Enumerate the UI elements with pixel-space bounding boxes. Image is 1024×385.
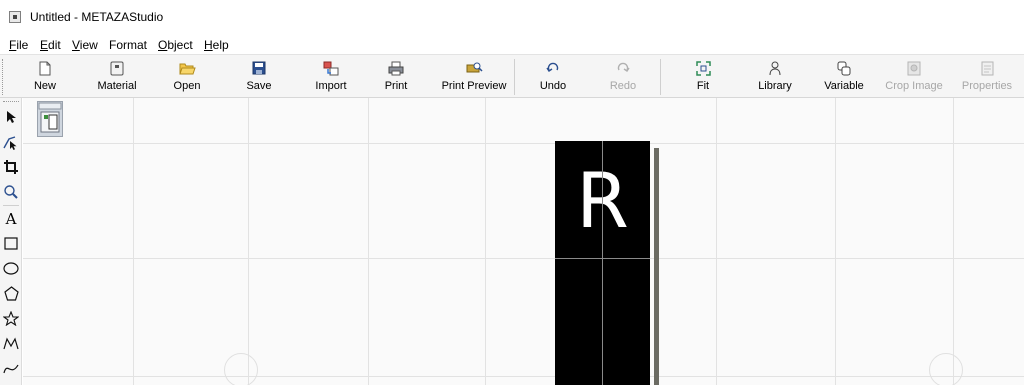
undo-icon (544, 60, 562, 76)
guide-line (555, 258, 650, 259)
open-label: Open (173, 80, 201, 92)
crop-image-button[interactable]: Crop Image (882, 55, 946, 99)
new-label: New (33, 80, 56, 92)
palette-separator (3, 205, 19, 206)
menu-help[interactable]: Help (204, 38, 229, 52)
registration-mark (224, 353, 258, 385)
material-label: Material (97, 80, 137, 92)
new-document-icon (36, 60, 54, 76)
library-icon (766, 60, 784, 76)
grid-line (23, 376, 1024, 377)
star-tool-icon[interactable] (2, 309, 20, 327)
floppy-disk-icon (250, 60, 268, 76)
ellipse-tool-icon[interactable] (2, 259, 20, 277)
zoom-icon[interactable] (2, 183, 20, 201)
print-button[interactable]: Print (380, 55, 412, 99)
redo-label: Redo (609, 80, 637, 92)
text-tool-icon[interactable]: A (2, 210, 20, 228)
toolbar-separator (660, 59, 661, 95)
fit-label: Fit (696, 80, 710, 92)
material-button[interactable]: Material (92, 55, 142, 99)
fit-icon (694, 60, 712, 76)
grid-line (716, 98, 717, 385)
redo-icon (614, 60, 632, 76)
crop-image-label: Crop Image (885, 80, 943, 92)
tool-palette: A (0, 98, 22, 385)
material-icon (108, 60, 126, 76)
registration-mark (929, 353, 963, 385)
grid-line (835, 98, 836, 385)
material-jig-icon[interactable] (37, 101, 63, 137)
toolbar-grip[interactable] (2, 59, 6, 95)
curve-tool-icon[interactable] (2, 360, 20, 378)
folder-open-icon (178, 60, 196, 76)
grid-line (485, 98, 486, 385)
print-label: Print (384, 80, 408, 92)
title-bar: Untitled - METAZAStudio (0, 0, 1024, 36)
palette-grip[interactable] (3, 101, 19, 104)
design-canvas[interactable]: R (23, 98, 1024, 385)
label-shadow (654, 148, 659, 385)
save-button[interactable]: Save (240, 55, 278, 99)
open-button[interactable]: Open (168, 55, 206, 99)
import-icon (322, 60, 340, 76)
print-preview-button[interactable]: Print Preview (438, 55, 510, 99)
properties-button[interactable]: Properties (958, 55, 1016, 99)
menu-file[interactable]: File (9, 38, 28, 52)
toolbar-separator (514, 59, 515, 95)
library-button[interactable]: Library (752, 55, 798, 99)
new-button[interactable]: New (25, 55, 65, 99)
menu-object[interactable]: Object (158, 38, 193, 52)
grid-line (23, 258, 1024, 259)
variable-icon (835, 60, 853, 76)
select-arrow-icon[interactable] (2, 108, 20, 126)
app-icon (9, 11, 21, 23)
variable-label: Variable (824, 80, 864, 92)
grid-line (953, 98, 954, 385)
polyline-tool-icon[interactable] (2, 334, 20, 352)
printer-icon (387, 60, 405, 76)
save-label: Save (246, 80, 272, 92)
node-edit-icon[interactable] (2, 134, 20, 152)
undo-button[interactable]: Undo (535, 55, 571, 99)
fit-button[interactable]: Fit (685, 55, 721, 99)
grid-line (23, 143, 1024, 144)
rectangle-tool-icon[interactable] (2, 234, 20, 252)
grid-line (368, 98, 369, 385)
undo-label: Undo (539, 80, 567, 92)
print-preview-icon (465, 60, 483, 76)
menu-edit[interactable]: Edit (40, 38, 61, 52)
redo-button[interactable]: Redo (605, 55, 641, 99)
grid-line (133, 98, 134, 385)
variable-button[interactable]: Variable (820, 55, 868, 99)
grid-line (248, 98, 249, 385)
menu-view[interactable]: View (72, 38, 98, 52)
import-label: Import (315, 80, 347, 92)
menu-format[interactable]: Format (109, 38, 147, 52)
main-toolbar: New Material Open Save Import Print Prin… (0, 54, 1024, 98)
properties-icon (978, 60, 996, 76)
properties-label: Properties (961, 80, 1013, 92)
crop-icon[interactable] (2, 158, 20, 176)
crop-image-icon (905, 60, 923, 76)
print-preview-label: Print Preview (441, 80, 507, 92)
library-label: Library (758, 80, 792, 92)
guide-line (602, 141, 603, 385)
import-button[interactable]: Import (310, 55, 352, 99)
menu-bar: File Edit View Format Object Help (0, 36, 1024, 54)
label-object[interactable]: R (555, 141, 650, 385)
polygon-tool-icon[interactable] (2, 284, 20, 302)
window-title: Untitled - METAZAStudio (30, 10, 164, 24)
